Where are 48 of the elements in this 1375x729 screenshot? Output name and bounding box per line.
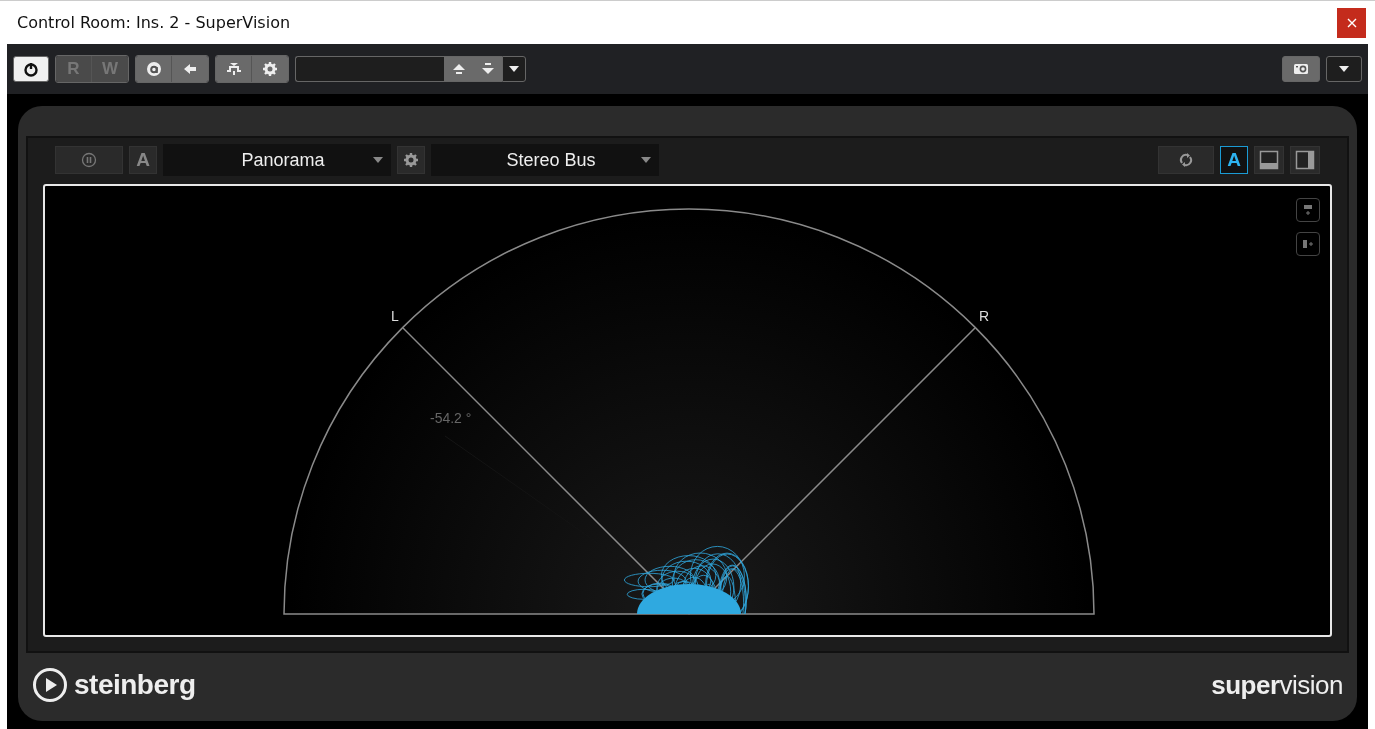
window-title: Control Room: Ins. 2 - SuperVision: [17, 13, 291, 32]
add-column-icon: [1301, 238, 1315, 250]
add-column-button[interactable]: [1296, 232, 1320, 256]
product-logo: supervision: [1211, 669, 1343, 701]
sync-button[interactable]: [1158, 146, 1214, 174]
preset-menu-button[interactable]: [502, 56, 526, 82]
menu-button[interactable]: [1326, 56, 1362, 82]
bottom-panel-icon: [1259, 150, 1279, 170]
right-panel-icon: [1295, 150, 1315, 170]
left-channel-label: L: [391, 308, 399, 324]
bypass-button[interactable]: [216, 56, 252, 82]
preset-field[interactable]: [295, 56, 444, 82]
settings-button[interactable]: [252, 56, 288, 82]
pause-button[interactable]: [55, 146, 123, 174]
caret-icon: [641, 156, 651, 164]
gear-icon: [262, 61, 278, 77]
caret-icon: [373, 156, 383, 164]
power-button[interactable]: [13, 56, 49, 82]
previous-preset-button[interactable]: [444, 56, 473, 82]
letter-a-icon: [145, 61, 162, 77]
brand-logo: steinberg: [74, 669, 196, 701]
close-icon: [1346, 17, 1357, 28]
auto-button[interactable]: A: [1220, 146, 1248, 174]
sync-icon: [1178, 152, 1194, 168]
play-logo-icon: [32, 667, 68, 703]
bypass-icon: [225, 61, 242, 77]
camera-icon: [1293, 61, 1309, 77]
power-icon: [23, 61, 39, 77]
bottom-panel-button[interactable]: [1254, 146, 1284, 174]
automation-button[interactable]: [136, 56, 172, 82]
module-dropdown[interactable]: Panorama: [163, 144, 391, 176]
auto-button[interactable]: A: [129, 146, 157, 174]
caret-icon: [509, 65, 519, 73]
next-preset-button[interactable]: [473, 56, 502, 82]
back-button[interactable]: [172, 56, 208, 82]
add-row-button[interactable]: [1296, 198, 1320, 222]
caret-icon: [1339, 65, 1349, 73]
gear-icon: [403, 152, 419, 168]
right-channel-label: R: [978, 308, 990, 324]
angle-reading: -54.2 °: [430, 410, 472, 426]
arrow-left-icon: [182, 61, 198, 77]
module-settings-button[interactable]: [397, 146, 425, 174]
close-button[interactable]: [1337, 7, 1366, 38]
snapshot-button[interactable]: [1282, 56, 1320, 82]
bus-dropdown[interactable]: Stereo Bus: [431, 144, 659, 176]
pause-icon: [81, 152, 97, 168]
add-row-icon: [1302, 203, 1314, 217]
right-panel-button[interactable]: [1290, 146, 1320, 174]
